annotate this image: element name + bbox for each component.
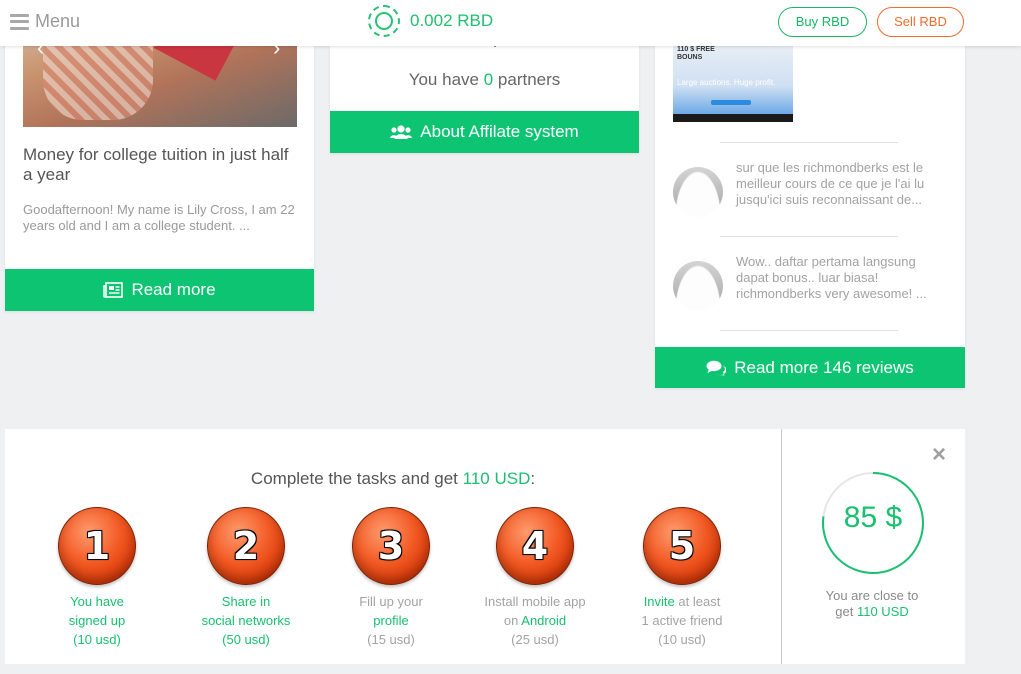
divider <box>720 142 898 143</box>
task-number-badge: 2 <box>207 507 285 585</box>
task-label: Fill up your profile (15 usd) <box>326 592 456 649</box>
task-item-3[interactable]: 3 Fill up your profile (15 usd) <box>326 507 456 649</box>
close-icon[interactable]: × <box>929 443 949 467</box>
article-excerpt: Goodafternoon! My name is Lily Cross, I … <box>23 202 295 233</box>
task-reward: (10 usd) <box>658 632 706 647</box>
partners-prefix: You have <box>408 70 479 89</box>
task-line: 1 active friend <box>641 613 723 628</box>
sell-rbd-button[interactable]: Sell RBD <box>877 7 964 37</box>
review-text: Wow.. daftar pertama langsung dapat bonu… <box>736 254 927 301</box>
banner-line2: BOUNS <box>677 54 703 61</box>
reviews-card: 110 $ FREE BOUNS Large auctions. Huge pro… <box>655 0 965 388</box>
progress-caption-line: get <box>835 604 854 619</box>
review-item: Wow.. daftar pertama langsung dapat bonu… <box>673 254 953 314</box>
article-card: ‹ › Money for college tuition in just ha… <box>5 0 314 311</box>
task-reward: (10 usd) <box>73 632 121 647</box>
read-more-label: Read more <box>131 280 216 299</box>
task-line: at least <box>678 594 721 609</box>
avatar <box>673 261 723 311</box>
progress-caption: You are close to get 110 USD <box>797 588 947 620</box>
review-text: sur que les richmondberks est le meilleu… <box>736 160 925 207</box>
task-label: Invite at least 1 active friend (10 usd) <box>617 592 747 649</box>
task-line: Invite <box>643 594 675 609</box>
balance-value: 0.002 RBD <box>410 11 494 30</box>
task-line: profile <box>373 613 409 628</box>
tasks-heading: Complete the tasks and get 110 USD: <box>5 469 781 489</box>
panel-divider <box>781 429 782 664</box>
article-title[interactable]: Money for college tuition in just half a… <box>23 145 293 185</box>
promo-banner[interactable]: 110 $ FREE BOUNS Large auctions. Huge pro… <box>673 44 793 122</box>
newspaper-icon <box>103 282 124 298</box>
banner-line1: 110 $ FREE <box>677 46 715 53</box>
progress-amount: 85 $ <box>843 501 903 534</box>
task-item-2[interactable]: 2 Share in social networks (50 usd) <box>181 507 311 649</box>
task-number-badge: 4 <box>496 507 574 585</box>
task-label: You have signed up (10 usd) <box>32 592 162 649</box>
partners-number: 0 <box>483 70 494 89</box>
about-affiliate-button[interactable]: About Affilate system <box>330 111 639 153</box>
tasks-heading-prefix: Complete the tasks and get <box>250 469 458 488</box>
divider <box>720 236 898 237</box>
coin-icon <box>368 5 400 37</box>
read-more-reviews-button[interactable]: Read more 146 reviews <box>655 347 965 388</box>
task-line: You have <box>70 594 124 609</box>
task-number-badge: 1 <box>58 507 136 585</box>
top-bar: Menu 0.002 RBD Buy RBD Sell RBD <box>0 0 1021 46</box>
task-reward: (15 usd) <box>367 632 415 647</box>
task-label: Install mobile app on Android (25 usd) <box>470 592 600 649</box>
task-reward: (50 usd) <box>222 632 270 647</box>
task-item-4[interactable]: 4 Install mobile app on Android (25 usd) <box>470 507 600 649</box>
task-reward: (25 usd) <box>511 632 559 647</box>
progress-ring: 85 $ <box>821 471 925 575</box>
banner-button <box>711 100 751 105</box>
review-item: sur que les richmondberks est le meilleu… <box>673 160 953 220</box>
tasks-heading-suffix: : <box>530 469 536 488</box>
partners-suffix: partners <box>497 70 561 89</box>
buy-rbd-button[interactable]: Buy RBD <box>778 7 867 37</box>
avatar <box>673 167 723 217</box>
task-line: Android <box>521 613 567 628</box>
about-affiliate-label: About Affilate system <box>420 122 579 141</box>
comments-icon <box>706 360 727 375</box>
task-label: Share in social networks (50 usd) <box>181 592 311 649</box>
progress-caption-amount: 110 USD <box>856 604 909 619</box>
task-line: on <box>503 613 519 628</box>
menu-toggle[interactable]: Menu <box>10 11 80 32</box>
partners-count: You have 0 partners <box>330 70 639 90</box>
read-more-reviews-label: Read more 146 reviews <box>734 357 914 377</box>
users-icon <box>390 125 413 139</box>
task-line: Fill up your <box>359 594 423 609</box>
divider <box>720 330 898 331</box>
read-more-button[interactable]: Read more <box>5 269 314 311</box>
balance-display: 0.002 RBD <box>368 5 493 37</box>
task-number-badge: 3 <box>352 507 430 585</box>
task-number-badge: 5 <box>643 507 721 585</box>
hamburger-icon <box>10 13 29 30</box>
banner-caption: Large auctions. Huge profit. <box>677 78 776 87</box>
progress-caption-line: You are close to <box>825 588 919 603</box>
menu-label: Menu <box>35 11 81 31</box>
task-line: Install mobile app <box>484 594 586 609</box>
task-line: Share in <box>221 594 271 609</box>
task-line: social networks <box>201 613 291 628</box>
tasks-panel: Complete the tasks and get 110 USD: 1 Yo… <box>5 429 965 664</box>
tasks-heading-amount: 110 USD <box>462 469 531 488</box>
task-line: signed up <box>68 613 126 628</box>
task-item-1[interactable]: 1 You have signed up (10 usd) <box>32 507 162 649</box>
task-item-5[interactable]: 5 Invite at least 1 active friend (10 us… <box>617 507 747 649</box>
